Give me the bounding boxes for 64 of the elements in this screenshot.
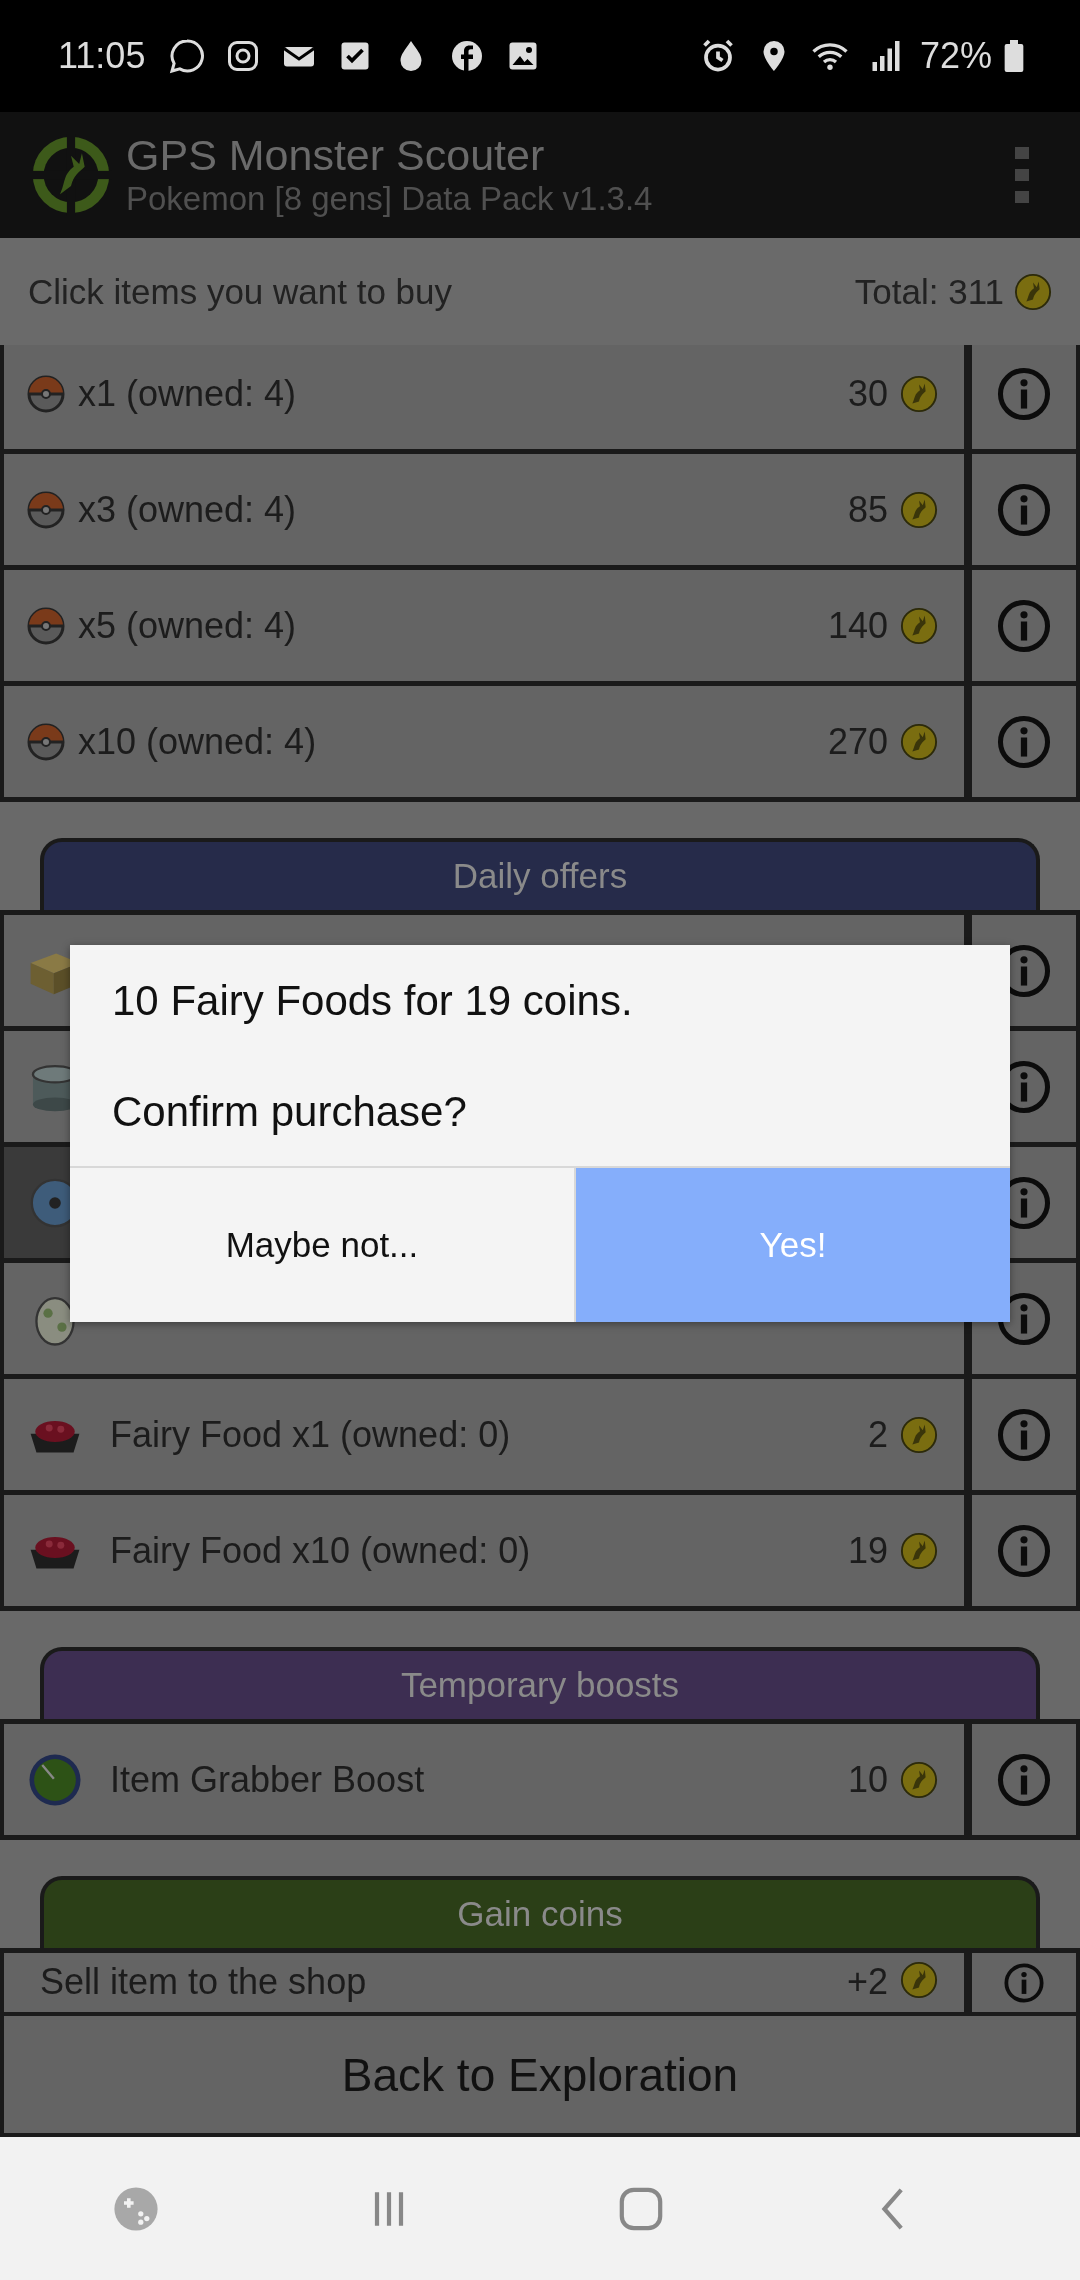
- item-price: 140: [827, 604, 888, 647]
- dialog-question: Confirm purchase?: [112, 1086, 467, 1137]
- ball-icon: [26, 373, 66, 414]
- item-name: Item Grabber Boost: [110, 1758, 425, 1801]
- section-header: Daily offers: [40, 838, 1040, 910]
- info-icon: [996, 481, 1052, 538]
- item-price: 19: [847, 1529, 888, 1572]
- shop-item[interactable]: x3 (owned: 4) 85: [4, 454, 964, 565]
- item-name: x1 (owned: 4): [78, 372, 297, 415]
- ball-icon: [26, 605, 66, 646]
- game-icon[interactable]: [112, 2184, 161, 2233]
- coin-icon: [900, 606, 938, 645]
- item-name: Fairy Food x10 (owned: 0): [110, 1529, 531, 1572]
- battery-level: 72%: [919, 35, 992, 77]
- shop-item[interactable]: Fairy Food x1 (owned: 0) 2: [4, 1379, 964, 1490]
- item-price: 30: [847, 372, 888, 415]
- item-name: x5 (owned: 4): [78, 604, 297, 647]
- item-price: 2: [867, 1413, 888, 1456]
- instruction-text: Click items you want to buy: [28, 271, 453, 312]
- shop-item[interactable]: x10 (owned: 4) 270: [4, 686, 964, 797]
- overflow-menu-icon[interactable]: [1014, 145, 1030, 205]
- ball-icon: [26, 721, 66, 762]
- item-name: Sell item to the shop: [40, 1961, 367, 2003]
- shop-item[interactable]: x5 (owned: 4) 140: [4, 570, 964, 681]
- section-header: Temporary boosts: [40, 1647, 1040, 1719]
- info-icon: [996, 1522, 1052, 1579]
- info-icon: [1003, 1961, 1045, 2004]
- app-subtitle: Pokemon [8 gens] Data Pack v1.3.4: [126, 178, 654, 219]
- clock: 11:05: [58, 35, 146, 77]
- item-name: x10 (owned: 4): [78, 720, 317, 763]
- coin-icon: [900, 374, 938, 413]
- item-name: x3 (owned: 4): [78, 488, 297, 531]
- confirm-button[interactable]: Yes!: [576, 1168, 1010, 1322]
- chat-icon: [169, 38, 206, 74]
- back-button[interactable]: Back to Exploration: [0, 2012, 1080, 2137]
- info-icon: [996, 1406, 1052, 1463]
- battery-icon: [1004, 40, 1024, 72]
- info-icon: [996, 1290, 1052, 1347]
- cancel-button[interactable]: Maybe not...: [70, 1168, 576, 1322]
- section-header: Gain coins: [40, 1876, 1040, 1948]
- info-icon: [996, 1751, 1052, 1808]
- coin-icon: [900, 1531, 938, 1570]
- app-title: GPS Monster Scouter: [126, 131, 546, 179]
- shop-item[interactable]: Fairy Food x10 (owned: 0) 19: [4, 1495, 964, 1606]
- shop-item[interactable]: x1 (owned: 4) 30: [4, 345, 964, 449]
- shop-item[interactable]: Item Grabber Boost 10: [4, 1724, 964, 1835]
- shop-item[interactable]: Sell item to the shop +2: [4, 1953, 964, 2012]
- item-name: Fairy Food x1 (owned: 0): [110, 1413, 511, 1456]
- total-coins: Total: 311: [854, 271, 1004, 312]
- item-price: +2: [846, 1961, 888, 2003]
- dialog-message: 10 Fairy Foods for 19 coins.: [112, 976, 633, 1026]
- info-icon: [996, 713, 1052, 770]
- info-icon: [996, 365, 1052, 422]
- ball-icon: [26, 489, 66, 530]
- item-price: 10: [847, 1758, 888, 1801]
- coin-icon: [900, 1961, 938, 1999]
- coin-icon: [900, 490, 938, 529]
- coin-icon: [900, 1760, 938, 1799]
- item-price: 270: [827, 720, 888, 763]
- coin-icon: [900, 1415, 938, 1454]
- coin-icon: [1014, 272, 1052, 311]
- info-icon: [996, 597, 1052, 654]
- coin-icon: [900, 722, 938, 761]
- item-price: 85: [847, 488, 888, 531]
